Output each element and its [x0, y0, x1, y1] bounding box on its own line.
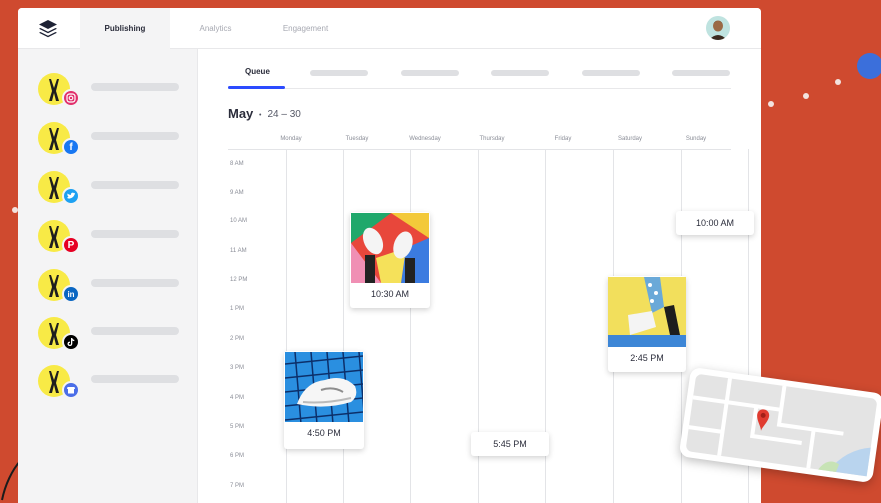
time-label: 8 AM — [230, 161, 244, 167]
post-time: 10:00 AM — [695, 218, 735, 228]
day-label-thursday: Thursday — [479, 136, 505, 142]
day-label-tuesday: Tuesday — [345, 136, 369, 142]
time-label: 6 PM — [230, 453, 245, 459]
time-label: 11 AM — [230, 248, 247, 254]
decorative-dot — [768, 101, 774, 107]
scheduled-post-card[interactable]: 5:45 PM — [471, 432, 549, 456]
tab-engagement[interactable]: Engagement — [263, 8, 348, 49]
active-tab-indicator — [228, 86, 285, 89]
time-label: 9 AM — [230, 190, 244, 196]
linkedin-icon: in — [62, 285, 80, 303]
sidebar-account-instagram[interactable] — [38, 73, 198, 113]
scheduled-post-card[interactable]: 4:50 PM — [284, 351, 364, 449]
time-label: 12 PM — [230, 277, 248, 283]
grid-line — [343, 149, 344, 503]
main-content: Queue May • 24 – 30 Monday Tuesday Wednes… — [198, 49, 761, 503]
sidebar-account-linkedin[interactable]: in — [38, 269, 198, 309]
post-time: 4:50 PM — [307, 428, 341, 438]
day-label-sunday: Sunday — [685, 136, 707, 142]
decorative-dot — [803, 93, 809, 99]
sidebar: f P in — [18, 49, 198, 503]
grid-line — [286, 149, 287, 503]
calendar-month: May — [228, 106, 254, 121]
sidebar-account-facebook[interactable]: f — [38, 122, 198, 162]
time-label: 5 PM — [230, 424, 245, 430]
google-business-icon — [62, 381, 80, 399]
post-time: 2:45 PM — [630, 353, 664, 363]
post-image — [285, 352, 363, 422]
time-label: 10 AM — [230, 218, 248, 224]
tab-placeholder[interactable] — [582, 70, 640, 76]
post-image — [608, 277, 686, 347]
range-text: 24 – 30 — [267, 109, 301, 120]
sub-tabs: Queue — [228, 49, 731, 89]
tab-placeholder[interactable] — [401, 70, 459, 76]
day-label-friday: Friday — [554, 136, 572, 142]
instagram-icon — [62, 89, 80, 107]
day-label-wednesday: Wednesday — [409, 136, 441, 142]
scheduled-post-card[interactable]: 2:45 PM — [608, 276, 686, 372]
app-window: Publishing Analytics Engagement f P in Q… — [18, 8, 761, 503]
tab-placeholder[interactable] — [672, 70, 730, 76]
calendar-grid-top — [228, 149, 731, 150]
tab-queue[interactable]: Queue — [245, 67, 270, 76]
grid-line — [410, 149, 411, 503]
time-label: 1 PM — [230, 306, 245, 312]
facebook-icon: f — [62, 138, 80, 156]
sidebar-account-google-business[interactable] — [38, 365, 198, 405]
top-nav: Publishing Analytics Engagement — [18, 8, 761, 49]
range-separator: • — [259, 112, 262, 119]
account-name-placeholder — [91, 230, 179, 238]
tiktok-icon — [62, 333, 80, 351]
time-label: 4 PM — [230, 395, 245, 401]
account-name-placeholder — [91, 181, 179, 189]
sidebar-account-twitter[interactable] — [38, 171, 198, 211]
user-avatar[interactable] — [706, 16, 730, 40]
calendar-date-range: • 24 – 30 — [259, 109, 301, 120]
buffer-logo-icon[interactable] — [37, 18, 59, 40]
account-name-placeholder — [91, 279, 179, 287]
decorative-dot — [835, 79, 841, 85]
post-time: 10:30 AM — [370, 289, 410, 299]
tab-placeholder[interactable] — [310, 70, 368, 76]
day-label-saturday: Saturday — [617, 136, 642, 142]
scheduled-post-card[interactable]: 10:30 AM — [350, 212, 430, 308]
time-label: 2 PM — [230, 336, 245, 342]
decorative-blue-dot — [857, 53, 881, 79]
tab-publishing[interactable]: Publishing — [80, 8, 170, 49]
time-label: 3 PM — [230, 365, 245, 371]
sidebar-account-pinterest[interactable]: P — [38, 220, 198, 260]
pinterest-icon: P — [62, 236, 80, 254]
account-name-placeholder — [91, 327, 179, 335]
account-name-placeholder — [91, 83, 179, 91]
account-name-placeholder — [91, 375, 179, 383]
tab-placeholder[interactable] — [491, 70, 549, 76]
day-label-monday: Monday — [280, 136, 302, 142]
post-time: 5:45 PM — [493, 439, 527, 449]
post-image — [351, 213, 429, 283]
sidebar-account-tiktok[interactable] — [38, 317, 198, 357]
tab-analytics[interactable]: Analytics — [178, 8, 253, 49]
twitter-icon — [62, 187, 80, 205]
account-name-placeholder — [91, 132, 179, 140]
scheduled-post-card[interactable]: 10:00 AM — [676, 211, 754, 235]
time-label: 7 PM — [230, 483, 245, 489]
